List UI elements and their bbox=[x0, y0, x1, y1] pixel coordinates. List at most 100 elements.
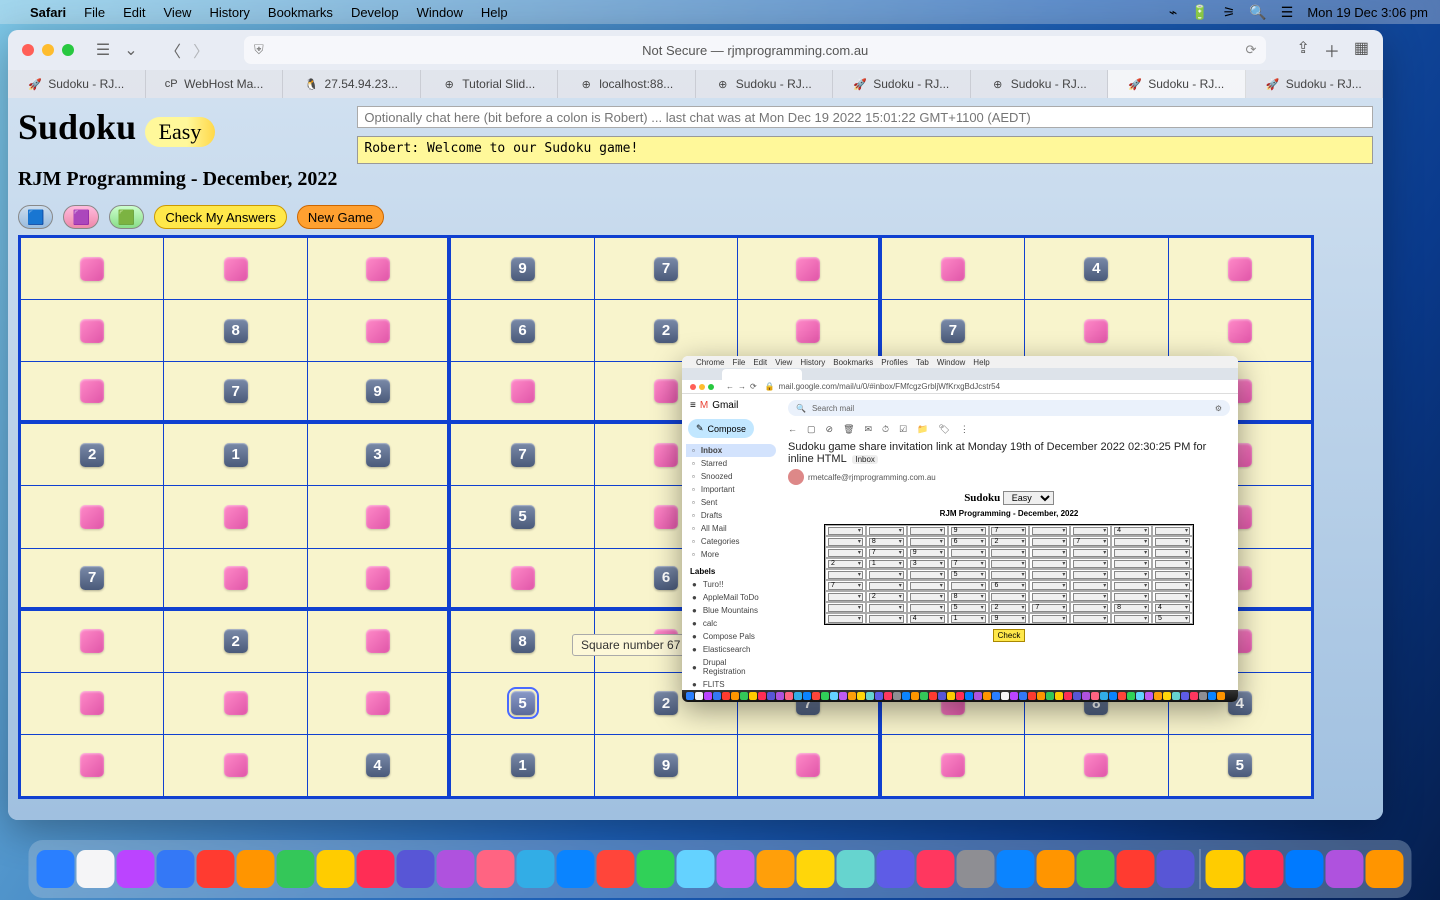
overlay-dock-app[interactable] bbox=[1217, 692, 1225, 700]
overlay-dock-app[interactable] bbox=[884, 692, 892, 700]
sudoku-cell[interactable]: 1 bbox=[164, 424, 306, 485]
new-game-button[interactable]: New Game bbox=[297, 205, 384, 229]
overlay-dock-app[interactable] bbox=[839, 692, 847, 700]
overlay-dock-app[interactable] bbox=[695, 692, 703, 700]
overlay-dock-app[interactable] bbox=[803, 692, 811, 700]
email-sudoku-cell[interactable]: 7 bbox=[1029, 602, 1070, 613]
overlay-dock-app[interactable] bbox=[1010, 692, 1018, 700]
overlay-dock-app[interactable] bbox=[956, 692, 964, 700]
tab-overview-icon[interactable]: ▦ bbox=[1354, 38, 1369, 62]
email-sudoku-cell[interactable] bbox=[1029, 569, 1070, 580]
email-sudoku-cell[interactable] bbox=[1070, 591, 1111, 602]
overlay-dock-app[interactable] bbox=[1136, 692, 1144, 700]
difficulty-badge[interactable]: Easy bbox=[145, 117, 216, 147]
sudoku-cell[interactable] bbox=[308, 238, 450, 299]
overlay-menu-history[interactable]: History bbox=[800, 358, 825, 367]
overlay-dock-app[interactable] bbox=[812, 692, 820, 700]
overlay-dock-app[interactable] bbox=[821, 692, 829, 700]
dock-app[interactable] bbox=[117, 850, 155, 888]
sudoku-cell[interactable]: 9 bbox=[308, 362, 450, 423]
sudoku-cell[interactable] bbox=[164, 238, 306, 299]
email-sudoku-cell[interactable]: 9 bbox=[989, 613, 1030, 624]
sudoku-cell[interactable] bbox=[1169, 238, 1311, 299]
overlay-dock-app[interactable] bbox=[1181, 692, 1189, 700]
sudoku-cell[interactable] bbox=[1025, 735, 1167, 796]
gmail-nav-item[interactable]: ▫Snoozed bbox=[686, 470, 776, 483]
task-icon[interactable]: ☑ bbox=[899, 424, 907, 435]
sudoku-cell[interactable] bbox=[1169, 300, 1311, 361]
sudoku-cell[interactable] bbox=[21, 673, 163, 734]
gmail-nav-item[interactable]: ▫All Mail bbox=[686, 522, 776, 535]
emoji-green-pill[interactable]: 🟩 bbox=[109, 205, 144, 229]
email-sudoku-cell[interactable]: 3 bbox=[907, 558, 948, 569]
overlay-dock-app[interactable] bbox=[992, 692, 1000, 700]
sudoku-cell[interactable] bbox=[308, 549, 450, 610]
gmail-nav-item[interactable]: ▫Drafts bbox=[686, 509, 776, 522]
dock-app[interactable] bbox=[477, 850, 515, 888]
overlay-dock-app[interactable] bbox=[1154, 692, 1162, 700]
overlay-dock-app[interactable] bbox=[722, 692, 730, 700]
overlay-dock-app[interactable] bbox=[902, 692, 910, 700]
gmail-nav-item[interactable]: ▫Important bbox=[686, 483, 776, 496]
menu-develop[interactable]: Develop bbox=[351, 5, 399, 20]
browser-tab[interactable]: 🐧27.54.94.23... bbox=[283, 70, 421, 98]
dock-app[interactable] bbox=[757, 850, 795, 888]
inbox-chip[interactable]: Inbox bbox=[852, 455, 878, 464]
dock-app[interactable] bbox=[957, 850, 995, 888]
email-sudoku-cell[interactable] bbox=[1111, 613, 1152, 624]
dock-app[interactable] bbox=[997, 850, 1035, 888]
overlay-dock-app[interactable] bbox=[965, 692, 973, 700]
overlay-dock-app[interactable] bbox=[1127, 692, 1135, 700]
sudoku-cell[interactable] bbox=[21, 238, 163, 299]
sudoku-cell[interactable]: 5 bbox=[451, 673, 593, 734]
email-sudoku-cell[interactable]: 2 bbox=[989, 536, 1030, 547]
menu-help[interactable]: Help bbox=[481, 5, 508, 20]
overlay-dock-app[interactable] bbox=[1064, 692, 1072, 700]
gmail-nav-item[interactable]: ▫Starred bbox=[686, 457, 776, 470]
overlay-dock-app[interactable] bbox=[848, 692, 856, 700]
email-sudoku-cell[interactable] bbox=[866, 602, 907, 613]
dock-app[interactable] bbox=[557, 850, 595, 888]
sudoku-cell[interactable] bbox=[451, 549, 593, 610]
label-icon[interactable]: 🏷 bbox=[938, 424, 949, 435]
menu-view[interactable]: View bbox=[164, 5, 192, 20]
sudoku-cell[interactable]: 7 bbox=[595, 238, 737, 299]
overlay-dock-app[interactable] bbox=[1073, 692, 1081, 700]
gmail-label-item[interactable]: ●Elasticsearch bbox=[686, 643, 776, 656]
overlay-dock-app[interactable] bbox=[866, 692, 874, 700]
dock-app[interactable] bbox=[1157, 850, 1195, 888]
sudoku-cell[interactable] bbox=[164, 735, 306, 796]
email-sudoku-cell[interactable]: 8 bbox=[866, 536, 907, 547]
filter-icon[interactable]: ⚙ bbox=[1215, 404, 1222, 413]
dock-app[interactable] bbox=[1366, 850, 1404, 888]
new-tab-icon[interactable]: ＋ bbox=[1324, 38, 1340, 62]
overlay-dock-app[interactable] bbox=[749, 692, 757, 700]
overlay-dock-app[interactable] bbox=[1055, 692, 1063, 700]
zoom-icon[interactable] bbox=[62, 44, 74, 56]
email-sudoku-cell[interactable]: 2 bbox=[866, 591, 907, 602]
delete-icon[interactable]: 🗑 bbox=[843, 424, 854, 435]
chat-log[interactable]: Robert: Welcome to our Sudoku game! bbox=[357, 136, 1373, 164]
sudoku-cell[interactable]: 2 bbox=[21, 424, 163, 485]
sudoku-cell[interactable]: 5 bbox=[451, 486, 593, 547]
gmail-label-item[interactable]: ●Blue Mountains bbox=[686, 604, 776, 617]
sudoku-cell[interactable] bbox=[1025, 300, 1167, 361]
overlay-dock-app[interactable] bbox=[758, 692, 766, 700]
gmail-label-item[interactable]: ●Compose Pals bbox=[686, 630, 776, 643]
overlay-menu-help[interactable]: Help bbox=[973, 358, 989, 367]
email-sudoku-cell[interactable]: 8 bbox=[1111, 602, 1152, 613]
gmail-label-item[interactable]: ●Drupal Registration bbox=[686, 656, 776, 678]
sudoku-cell[interactable]: 3 bbox=[308, 424, 450, 485]
sudoku-cell[interactable] bbox=[738, 238, 880, 299]
overlay-dock-app[interactable] bbox=[857, 692, 865, 700]
email-sudoku-cell[interactable] bbox=[907, 602, 948, 613]
email-sudoku-cell[interactable]: 7 bbox=[989, 525, 1030, 536]
report-icon[interactable]: ⊘ bbox=[826, 424, 834, 435]
email-sudoku-cell[interactable] bbox=[866, 580, 907, 591]
email-sudoku-cell[interactable]: 5 bbox=[948, 602, 989, 613]
email-sudoku-cell[interactable] bbox=[1111, 591, 1152, 602]
dock-app[interactable] bbox=[277, 850, 315, 888]
gmail-nav-item[interactable]: ▫Categories bbox=[686, 535, 776, 548]
sudoku-cell[interactable]: 6 bbox=[451, 300, 593, 361]
overlay-dock-app[interactable] bbox=[731, 692, 739, 700]
